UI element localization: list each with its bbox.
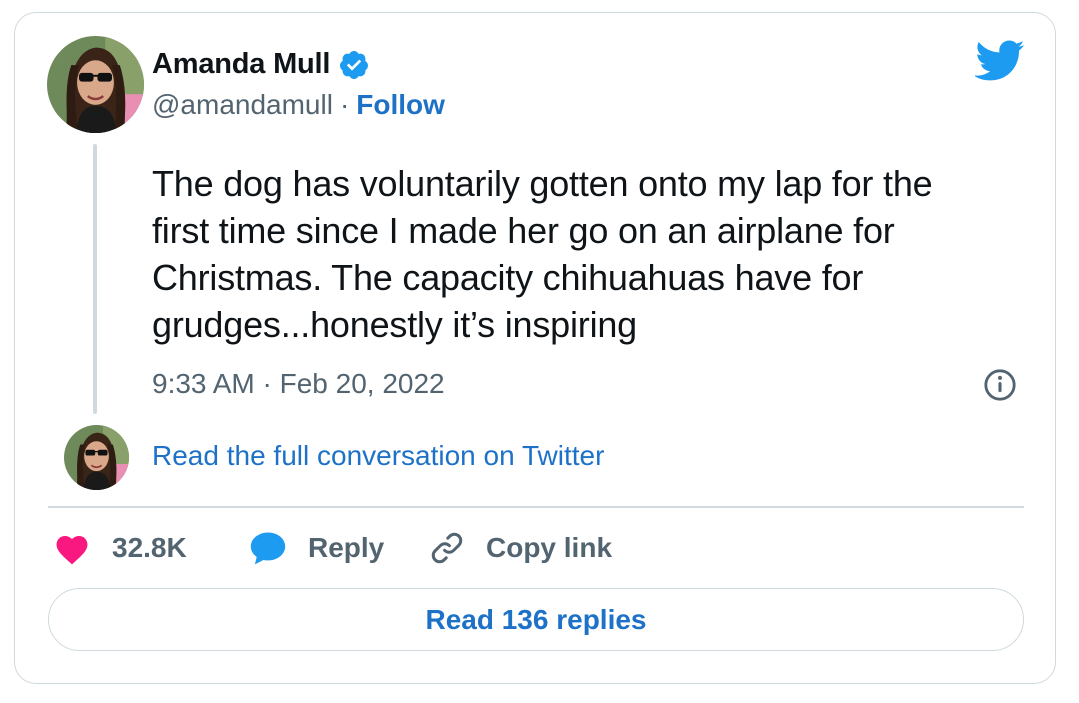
follow-link[interactable]: Follow <box>356 89 445 121</box>
tweet-text-line: Christmas. The capacity chihuahuas have … <box>152 257 864 298</box>
tweet-text-line: grudges...honestly it’s inspiring <box>152 304 638 345</box>
like-button[interactable]: 32.8K <box>52 530 187 566</box>
author-avatar-small[interactable] <box>64 425 129 490</box>
verified-badge-icon <box>340 50 369 79</box>
link-icon <box>431 532 463 564</box>
tweet-timestamp[interactable]: 9:33 AM · Feb 20, 2022 <box>152 368 445 400</box>
author-avatar[interactable] <box>47 36 144 133</box>
author-name-row: Amanda Mull <box>152 48 370 81</box>
thread-line <box>93 144 97 414</box>
tweet-text-line: The dog has voluntarily gotten onto my l… <box>152 163 933 204</box>
separator: · <box>339 89 350 120</box>
twitter-bird-icon[interactable] <box>975 40 1025 82</box>
speech-bubble-icon <box>250 532 286 565</box>
copy-link-button[interactable]: Copy link <box>428 530 612 566</box>
heart-icon <box>56 535 88 565</box>
handle-row: @amandamull · Follow <box>152 89 445 121</box>
read-replies-button[interactable]: Read 136 replies <box>48 588 1024 651</box>
divider <box>48 506 1024 508</box>
tweet-text-line: first time since I made her go on an air… <box>152 210 895 251</box>
info-icon[interactable] <box>983 368 1017 402</box>
read-full-conversation-link[interactable]: Read the full conversation on Twitter <box>152 440 604 472</box>
like-count: 32.8K <box>112 532 187 563</box>
tweet-text: The dog has voluntarily gotten onto my l… <box>152 160 1032 348</box>
reply-label: Reply <box>308 532 385 563</box>
copy-link-label: Copy link <box>486 532 613 563</box>
reply-button[interactable]: Reply <box>248 530 384 566</box>
author-handle[interactable]: @amandamull <box>152 89 333 121</box>
author-name[interactable]: Amanda Mull <box>152 48 330 81</box>
